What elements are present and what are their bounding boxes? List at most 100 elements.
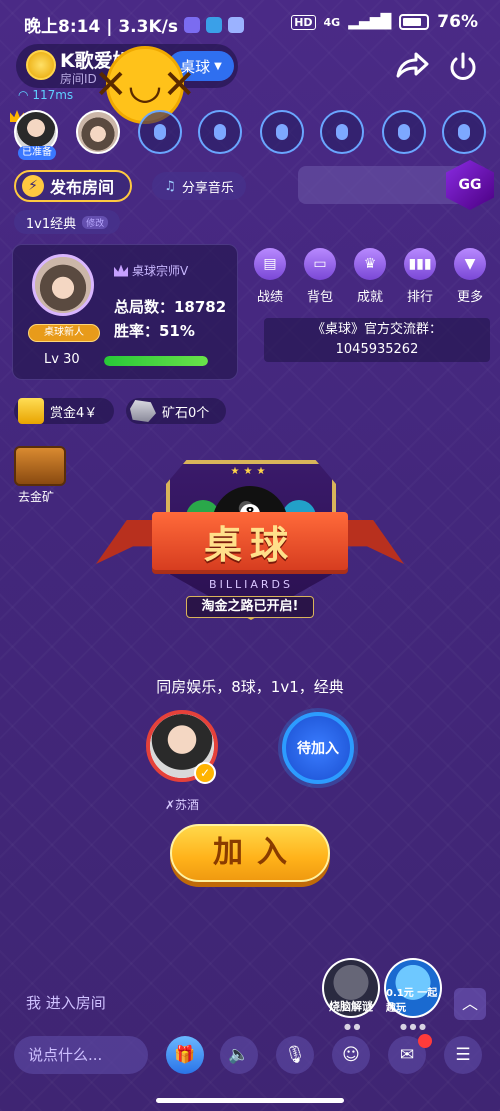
level-progress-bar xyxy=(104,356,208,366)
chat-input[interactable]: 说点什么... xyxy=(14,1036,148,1074)
chevron-down-icon: ▼ xyxy=(454,248,486,280)
gold-mine-icon[interactable] xyxy=(14,446,66,486)
scroll-up-button[interactable]: ︿ xyxy=(454,988,486,1020)
carousel-dots: ● ● ● xyxy=(400,1022,427,1031)
ready-check-icon: ✓ xyxy=(194,762,216,784)
group-line-1: 《桌球》官方交流群： xyxy=(311,322,442,337)
seat-2-occupied[interactable] xyxy=(76,110,120,154)
ranking-icon: ▮▮▮ xyxy=(404,248,436,280)
notification-badge xyxy=(418,1034,432,1048)
lightning-icon: ⚡ xyxy=(22,175,44,197)
home-indicator[interactable] xyxy=(156,1098,344,1103)
status-time-speed: 晚上8:14 | 3.3K/s xyxy=(24,17,178,37)
gift-button[interactable]: 🎁 xyxy=(166,1036,204,1074)
menu-ranking[interactable]: ▮▮▮ 排行 xyxy=(398,248,442,305)
ore-icon xyxy=(130,400,156,422)
music-note-icon: ♫ xyxy=(164,178,176,194)
chevron-down-icon: ▼ xyxy=(214,60,222,72)
ore-currency[interactable]: 矿石0个 xyxy=(126,398,226,424)
bag-icon: ▭ xyxy=(304,248,336,280)
level-progress-fill xyxy=(104,356,208,366)
network-label: 4G xyxy=(323,15,341,29)
emblem-stars: ★★★ xyxy=(230,466,270,477)
menu-button[interactable]: ☰ xyxy=(444,1036,482,1074)
speaker-icon: 🔈 xyxy=(228,1045,250,1065)
emoji-button[interactable]: ☺ xyxy=(332,1036,370,1074)
menu-more[interactable]: ▼ 更多 xyxy=(448,248,492,305)
share-icon[interactable] xyxy=(394,50,430,82)
publish-room-label: 发布房间 xyxy=(50,178,115,197)
group-number: 1045935262 xyxy=(335,342,419,357)
publish-room-button[interactable]: ⚡ 发布房间 xyxy=(14,170,132,202)
player-avatar[interactable] xyxy=(32,254,94,316)
menu-record-label: 战绩 xyxy=(256,290,283,305)
player-title-badge: 桌球新人 xyxy=(28,324,100,342)
emblem-subtitle: BILLIARDS xyxy=(209,578,293,591)
gold-label: 赏金4￥ xyxy=(50,405,98,421)
seat-empty[interactable] xyxy=(320,110,364,154)
menu-achievement[interactable]: ♛ 成就 xyxy=(348,248,392,305)
total-games: 总局数：18782 xyxy=(114,298,227,316)
puzzle-game-label: 烧脑解谜 xyxy=(329,1000,373,1013)
menu-achievement-label: 成就 xyxy=(356,290,383,305)
carousel-dots: ● ● xyxy=(344,1022,361,1031)
seat-empty[interactable] xyxy=(260,110,304,154)
gold-currency[interactable]: 赏金4￥ xyxy=(14,398,114,424)
game-mode-label: 1v1经典 xyxy=(25,216,77,232)
promo-game-label: 0.1元 一起趣玩 xyxy=(386,988,438,1014)
mic-mute-button[interactable]: 🎙 xyxy=(276,1036,314,1074)
gold-icon xyxy=(18,398,44,424)
emblem-slogan: 淘金之路已开启! xyxy=(186,596,314,618)
player-rank-label: 桌球宗师V xyxy=(132,264,189,278)
app-notification-icon xyxy=(227,16,244,33)
ready-badge: 已准备 xyxy=(18,146,56,160)
menu-record[interactable]: ▤ 战绩 xyxy=(248,248,292,305)
join-button[interactable]: 加入 xyxy=(170,824,330,882)
enter-room-message: 我 进入房间 xyxy=(26,994,106,1012)
app-notification-icon xyxy=(183,16,200,33)
game-mode-tag[interactable]: 1v1经典 修改 xyxy=(14,210,120,234)
trophy-icon: ♛ xyxy=(354,248,386,280)
room-crest-icon xyxy=(26,50,56,80)
gift-icon: 🎁 xyxy=(174,1045,196,1065)
signal-icon: ▂▄▆█ xyxy=(348,14,392,30)
edit-mode-button[interactable]: 修改 xyxy=(82,215,109,229)
waiting-join-label: 待加入 xyxy=(297,741,339,757)
hamburger-menu-icon: ☰ xyxy=(455,1045,471,1065)
app-notification-icon xyxy=(205,16,222,33)
speaker-button[interactable]: 🔈 xyxy=(220,1036,258,1074)
share-music-label: 分享音乐 xyxy=(181,180,234,196)
player-rank: 桌球宗师V xyxy=(114,262,188,279)
power-icon[interactable] xyxy=(446,50,480,84)
player-slot-2[interactable]: 待加入 xyxy=(282,712,354,784)
avatar xyxy=(35,257,91,313)
seat-empty[interactable] xyxy=(442,110,486,154)
room-description: 同房娱乐，8球，1v1，经典 xyxy=(156,678,344,696)
menu-bag[interactable]: ▭ 背包 xyxy=(298,248,342,305)
hd-icon: HD xyxy=(291,14,316,30)
rank-crown-icon xyxy=(114,264,128,277)
player-1-name: ✗苏酒 xyxy=(164,798,200,812)
record-icon: ▤ xyxy=(254,248,286,280)
promo-game-entry[interactable]: 0.1元 一起趣玩 xyxy=(384,958,442,1018)
microphone-icon xyxy=(398,124,410,140)
seat-empty[interactable] xyxy=(138,110,182,154)
gold-mine-label[interactable]: 去金矿 xyxy=(18,488,54,505)
wifi-icon: ◠ xyxy=(18,88,29,102)
mail-icon: ✉ xyxy=(399,1045,415,1065)
emblem-title: 桌球 xyxy=(203,523,296,567)
emoji-icon: ☺ xyxy=(342,1045,360,1065)
mic-off-icon: 🎙 xyxy=(284,1045,306,1065)
microphone-icon xyxy=(276,124,288,140)
official-group-box: 《桌球》官方交流群： 1045935262 xyxy=(264,318,490,362)
puzzle-game-entry[interactable]: 烧脑解谜 xyxy=(322,958,380,1018)
player-level: Lv 30 xyxy=(44,352,80,367)
seat-empty[interactable] xyxy=(382,110,426,154)
avatar xyxy=(78,112,118,152)
seat-empty[interactable] xyxy=(198,110,242,154)
microphone-icon xyxy=(336,124,348,140)
microphone-icon xyxy=(214,124,226,140)
win-rate: 胜率：51% xyxy=(114,322,195,340)
share-music-button[interactable]: ♫ 分享音乐 xyxy=(152,172,246,200)
laughing-emoji-icon: ✕◡✕ xyxy=(94,46,196,124)
